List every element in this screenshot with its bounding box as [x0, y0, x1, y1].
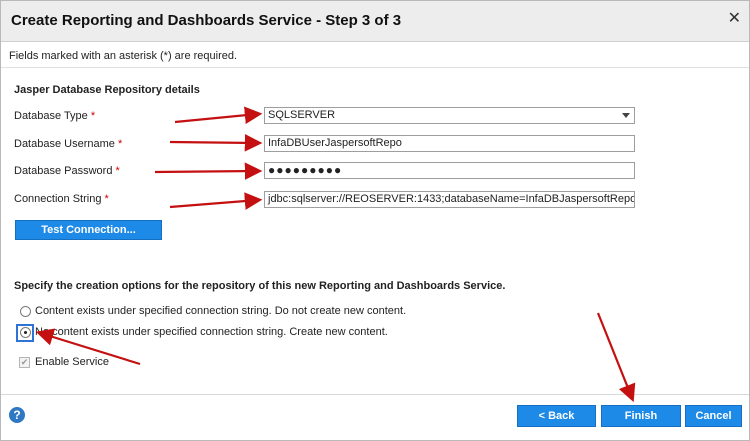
dialog-titlebar: Create Reporting and Dashboards Service …	[1, 1, 749, 42]
help-icon[interactable]: ?	[9, 407, 25, 423]
database-username-label: Database Username *	[14, 138, 122, 150]
database-password-label: Database Password *	[14, 165, 120, 177]
radio-create-new-content[interactable]	[20, 327, 31, 338]
database-username-value: InfaDBUserJaspersoftRepo	[268, 137, 402, 149]
enable-service-checkbox[interactable]: ✔	[19, 357, 30, 368]
option-create-new-label: No content exists under specified connec…	[35, 326, 388, 338]
required-star: *	[117, 138, 123, 150]
database-type-select[interactable]: SQLSERVER	[264, 107, 635, 124]
creation-options-title: Specify the creation options for the rep…	[14, 280, 506, 292]
required-note: Fields marked with an asterisk (*) are r…	[9, 50, 238, 62]
connection-string-value: jdbc:sqlserver://REOSERVER:1433;database…	[268, 193, 635, 205]
chevron-down-icon[interactable]	[622, 113, 630, 118]
option-content-exists-label: Content exists under specified connectio…	[35, 305, 407, 317]
connection-string-input[interactable]: jdbc:sqlserver://REOSERVER:1433;database…	[264, 191, 635, 208]
cancel-button[interactable]: Cancel	[685, 405, 742, 427]
database-type-label: Database Type *	[14, 110, 95, 122]
test-connection-button[interactable]: Test Connection...	[15, 220, 162, 240]
create-service-dialog: Create Reporting and Dashboards Service …	[0, 0, 750, 441]
dialog-title: Create Reporting and Dashboards Service …	[11, 12, 402, 29]
required-star: *	[90, 110, 96, 122]
required-star: *	[115, 165, 120, 177]
repository-section-title: Jasper Database Repository details	[14, 84, 200, 96]
database-type-value: SQLSERVER	[268, 109, 336, 121]
divider	[1, 67, 749, 68]
database-password-input[interactable]: ●●●●●●●●●	[264, 162, 635, 179]
required-star: *	[104, 193, 109, 205]
database-password-value: ●●●●●●●●●	[268, 163, 343, 177]
database-username-input[interactable]: InfaDBUserJaspersoftRepo	[264, 135, 635, 152]
finish-button[interactable]: Finish	[601, 405, 681, 427]
close-icon[interactable]: ✕	[728, 11, 741, 27]
connection-string-label: Connection String *	[14, 193, 109, 205]
connection-string-label-text: Connection String	[14, 193, 102, 205]
database-type-label-text: Database Type	[14, 110, 88, 122]
radio-content-exists[interactable]	[20, 306, 31, 317]
database-username-label-text: Database Username	[14, 138, 115, 150]
footer-divider	[1, 394, 749, 395]
back-button[interactable]: < Back	[517, 405, 596, 427]
database-password-label-text: Database Password	[14, 165, 113, 177]
enable-service-label: Enable Service	[35, 356, 109, 368]
